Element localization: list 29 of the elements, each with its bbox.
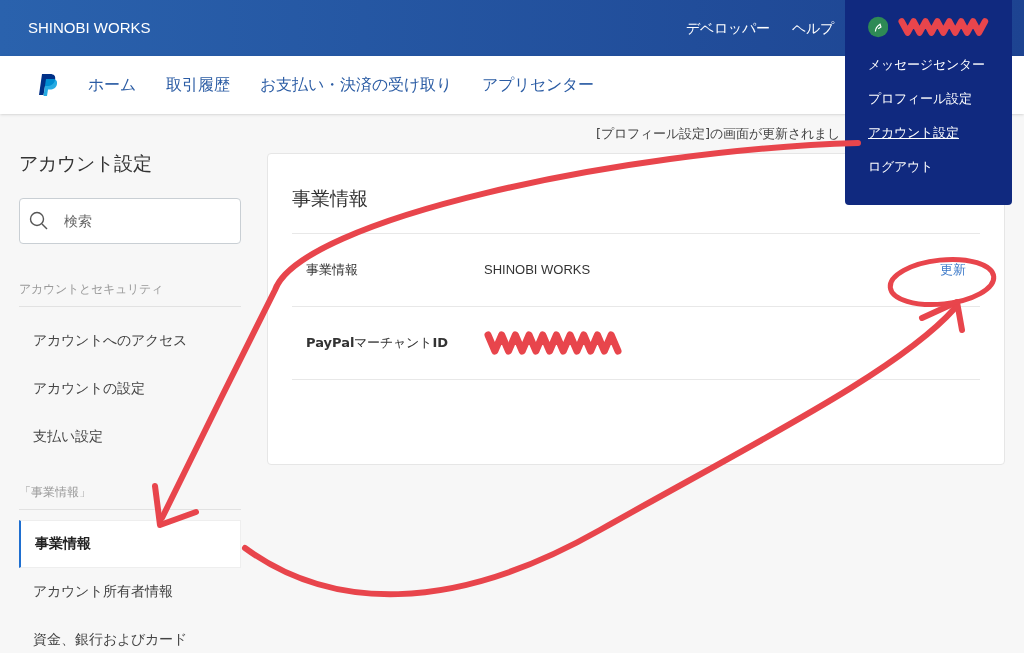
sidebar-item[interactable]: 事業情報	[19, 519, 241, 568]
card-title: 事業情報	[292, 186, 369, 211]
menu-item[interactable]: アカウント設定	[868, 123, 989, 143]
menu-item[interactable]: プロフィール設定	[868, 89, 989, 109]
sidebar-item[interactable]: アカウント所有者情報	[19, 567, 241, 616]
section-heading: アカウントとセキュリティ	[19, 281, 163, 296]
sidebar-item[interactable]: 支払い設定	[19, 412, 241, 461]
nav-link[interactable]: ホーム	[88, 73, 136, 97]
header-link[interactable]: デベロッパー	[686, 17, 770, 39]
field-label: 事業情報	[306, 260, 358, 279]
nav-link[interactable]: 取引履歴	[166, 73, 230, 97]
brand-name: SHINOBI WORKS	[28, 17, 151, 38]
paypal-logo-icon	[38, 73, 58, 97]
section-heading: 「事業情報」	[19, 484, 91, 499]
search-field[interactable]: 検索	[19, 197, 241, 244]
sidebar-item[interactable]: 資金、銀行およびカード	[19, 615, 241, 653]
notice-message: [プロフィール設定]の画面が更新されまし	[596, 125, 841, 144]
field-value: SHINOBI WORKS	[484, 260, 592, 279]
header-link[interactable]: ヘルプ	[792, 17, 834, 39]
update-link[interactable]: 更新	[940, 259, 966, 280]
nav-link[interactable]: アプリセンター	[482, 73, 594, 97]
nav-link[interactable]: お支払い・決済の受け取り	[260, 73, 452, 97]
sidebar-item[interactable]: アカウントへのアクセス	[19, 316, 241, 365]
menu-item[interactable]: ログアウト	[868, 157, 989, 177]
sidebar-item[interactable]: アカウントの設定	[19, 364, 241, 413]
search-icon	[29, 210, 49, 231]
menu-item[interactable]: メッセージセンター	[868, 55, 989, 75]
avatar-icon	[868, 16, 889, 38]
sidebar-title: アカウント設定	[19, 151, 153, 176]
